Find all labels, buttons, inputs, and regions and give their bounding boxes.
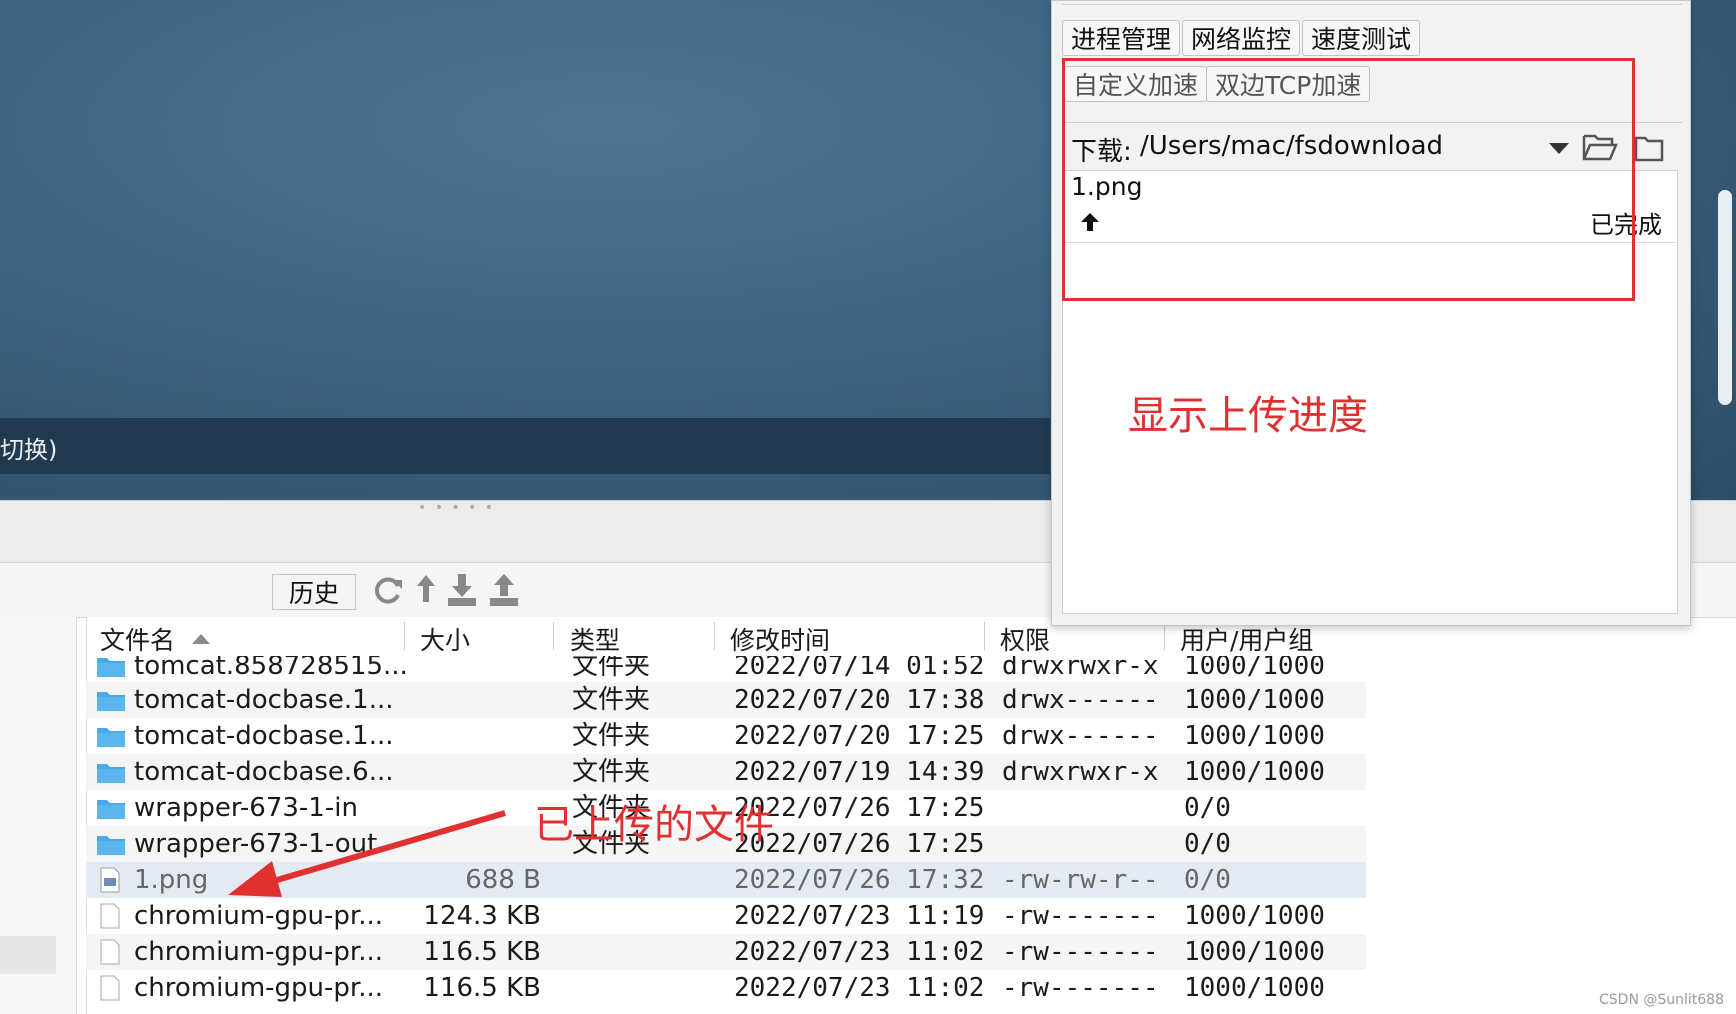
- terminal-status-text: 切换): [0, 436, 58, 464]
- file-perm: -rw-rw-r--: [1002, 865, 1159, 895]
- file-owner: 1000/1000: [1184, 757, 1325, 787]
- file-perm: drwxrwxr-x: [1002, 757, 1159, 787]
- file-icon: [100, 975, 120, 1001]
- file-icon: [100, 903, 120, 929]
- file-size: [396, 754, 541, 790]
- refresh-icon[interactable]: [372, 572, 404, 608]
- watermark: CSDN @Sunlit688: [1599, 992, 1724, 1008]
- table-row[interactable]: tomcat-docbase.1... 文件夹 2022/07/20 17:38…: [86, 682, 1366, 718]
- file-owner: 1000/1000: [1184, 973, 1325, 1003]
- annotation-box: [1062, 58, 1635, 301]
- col-perm-header[interactable]: 权限: [1000, 622, 1050, 656]
- file-perm: -rw-------: [1002, 973, 1159, 1003]
- annotation-arrow-icon: [228, 810, 506, 897]
- file-name: 1.png: [134, 865, 209, 895]
- col-mtime-header[interactable]: 修改时间: [730, 622, 830, 656]
- col-name-header[interactable]: 文件名: [100, 622, 211, 656]
- col-divider[interactable]: [1164, 622, 1165, 650]
- tab-speed-test[interactable]: 速度测试: [1302, 20, 1421, 56]
- folder-icon: [97, 764, 125, 783]
- file-owner: 0/0: [1184, 793, 1231, 823]
- terminal-scrollbar[interactable]: [1718, 190, 1732, 405]
- annotation-uploaded-note: 已上传的文件: [534, 802, 774, 848]
- table-row[interactable]: tomcat-docbase.6... 文件夹 2022/07/19 14:39…: [86, 754, 1366, 790]
- file-size: [396, 718, 541, 754]
- file-mtime: 2022/07/23 11:02: [734, 973, 985, 1003]
- file-type: 文件夹: [572, 685, 651, 715]
- file-type: 文件夹: [572, 656, 651, 681]
- table-row[interactable]: chromium-gpu-pr... 116.5 KB 2022/07/23 1…: [86, 970, 1366, 1006]
- file-name: tomcat-docbase.1...: [134, 721, 394, 751]
- download-icon[interactable]: [446, 572, 478, 608]
- file-name: tomcat.858728515...: [134, 656, 408, 681]
- tab-network-monitor[interactable]: 网络监控: [1182, 20, 1301, 56]
- file-mtime: 2022/07/19 14:39: [734, 757, 985, 787]
- file-owner: 1000/1000: [1184, 937, 1325, 967]
- splitter-grip-icon[interactable]: • • • • •: [418, 500, 495, 516]
- annotation-progress-note: 显示上传进度: [1128, 393, 1368, 439]
- sidebar-selected-item[interactable]: [0, 936, 56, 974]
- folder-icon: [97, 800, 125, 819]
- divider: [1062, 4, 1682, 5]
- tab-process-manager[interactable]: 进程管理: [1062, 20, 1181, 56]
- col-type-header[interactable]: 类型: [570, 622, 620, 656]
- file-size: 116.5 KB: [423, 937, 541, 967]
- file-name: chromium-gpu-pr...: [134, 937, 384, 967]
- file-owner: 1000/1000: [1184, 685, 1325, 715]
- table-row[interactable]: tomcat-docbase.1... 文件夹 2022/07/20 17:25…: [86, 718, 1366, 754]
- file-perm: drwx------: [1002, 685, 1159, 715]
- file-perm: drwxrwxr-x: [1002, 656, 1159, 681]
- file-mtime: 2022/07/20 17:25: [734, 721, 985, 751]
- folder-icon: [97, 658, 125, 677]
- terminal-status-bar: [0, 418, 1050, 474]
- file-mtime: 2022/07/26 17:32: [734, 865, 985, 895]
- history-button[interactable]: 历史: [272, 574, 356, 610]
- file-owner: 1000/1000: [1184, 656, 1325, 681]
- file-owner: 1000/1000: [1184, 901, 1325, 931]
- file-name: tomcat-docbase.1...: [134, 685, 394, 715]
- file-owner: 0/0: [1184, 829, 1231, 859]
- image-file-icon: [100, 867, 120, 893]
- folder-icon: [97, 836, 125, 855]
- file-perm: drwx------: [1002, 721, 1159, 751]
- folder-icon: [97, 728, 125, 747]
- file-size: 116.5 KB: [423, 973, 541, 1003]
- file-name: tomcat-docbase.6...: [134, 757, 394, 787]
- file-owner: 1000/1000: [1184, 721, 1325, 751]
- file-mtime: 2022/07/20 17:38: [734, 685, 985, 715]
- file-size: [396, 682, 541, 718]
- col-owner-header[interactable]: 用户/用户组: [1180, 622, 1313, 656]
- col-divider[interactable]: [553, 622, 554, 650]
- file-type: 文件夹: [572, 721, 651, 751]
- file-owner: 0/0: [1184, 865, 1231, 895]
- file-size: [396, 656, 541, 684]
- table-row[interactable]: tomcat.858728515... 文件夹 2022/07/14 01:52…: [86, 656, 1366, 684]
- col-divider[interactable]: [404, 622, 405, 650]
- parent-dir-icon[interactable]: [414, 572, 438, 608]
- sort-asc-icon: [192, 634, 211, 644]
- col-size-header[interactable]: 大小: [420, 622, 470, 656]
- file-mtime: 2022/07/23 11:19: [734, 901, 985, 931]
- upload-icon[interactable]: [488, 572, 520, 608]
- col-divider[interactable]: [984, 622, 985, 650]
- file-perm: -rw-------: [1002, 937, 1159, 967]
- file-icon: [100, 939, 120, 965]
- folder-icon: [97, 692, 125, 711]
- folder-outline-icon[interactable]: [1634, 134, 1664, 162]
- file-mtime: 2022/07/14 01:52: [734, 656, 985, 681]
- file-perm: -rw-------: [1002, 901, 1159, 931]
- file-type: 文件夹: [572, 757, 651, 787]
- table-row[interactable]: chromium-gpu-pr... 116.5 KB 2022/07/23 1…: [86, 934, 1366, 970]
- col-divider[interactable]: [714, 622, 715, 650]
- file-mtime: 2022/07/23 11:02: [734, 937, 985, 967]
- file-name: chromium-gpu-pr...: [134, 973, 384, 1003]
